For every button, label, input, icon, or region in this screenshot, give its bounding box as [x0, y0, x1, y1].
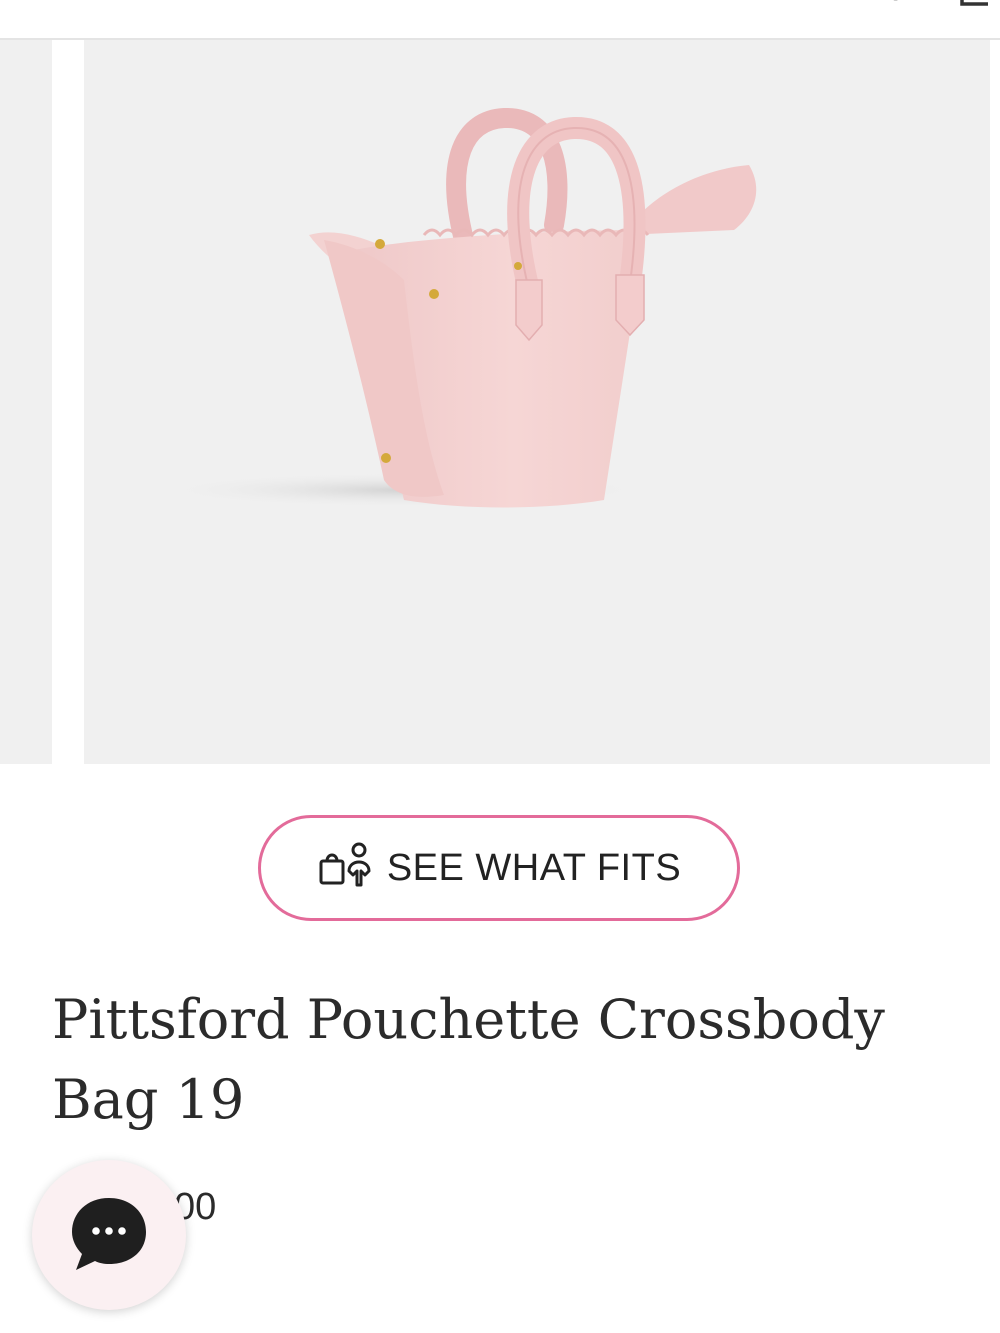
search-icon[interactable]: [882, 0, 912, 6]
chat-button[interactable]: [32, 1160, 186, 1310]
bag-and-person-icon: [317, 841, 375, 896]
see-what-fits-button[interactable]: SEE WHAT FITS: [258, 815, 740, 921]
previous-image-peek[interactable]: [0, 40, 52, 764]
product-image-gallery[interactable]: [0, 40, 1000, 764]
chat-bubble-icon: [68, 1192, 150, 1279]
top-navigation-bar: [0, 0, 1000, 40]
product-title: Pittsford Pouchette Crossbody Bag 19: [52, 988, 885, 1131]
product-image[interactable]: [84, 40, 990, 764]
cart-icon[interactable]: [958, 0, 988, 6]
see-what-fits-label: SEE WHAT FITS: [386, 846, 682, 889]
